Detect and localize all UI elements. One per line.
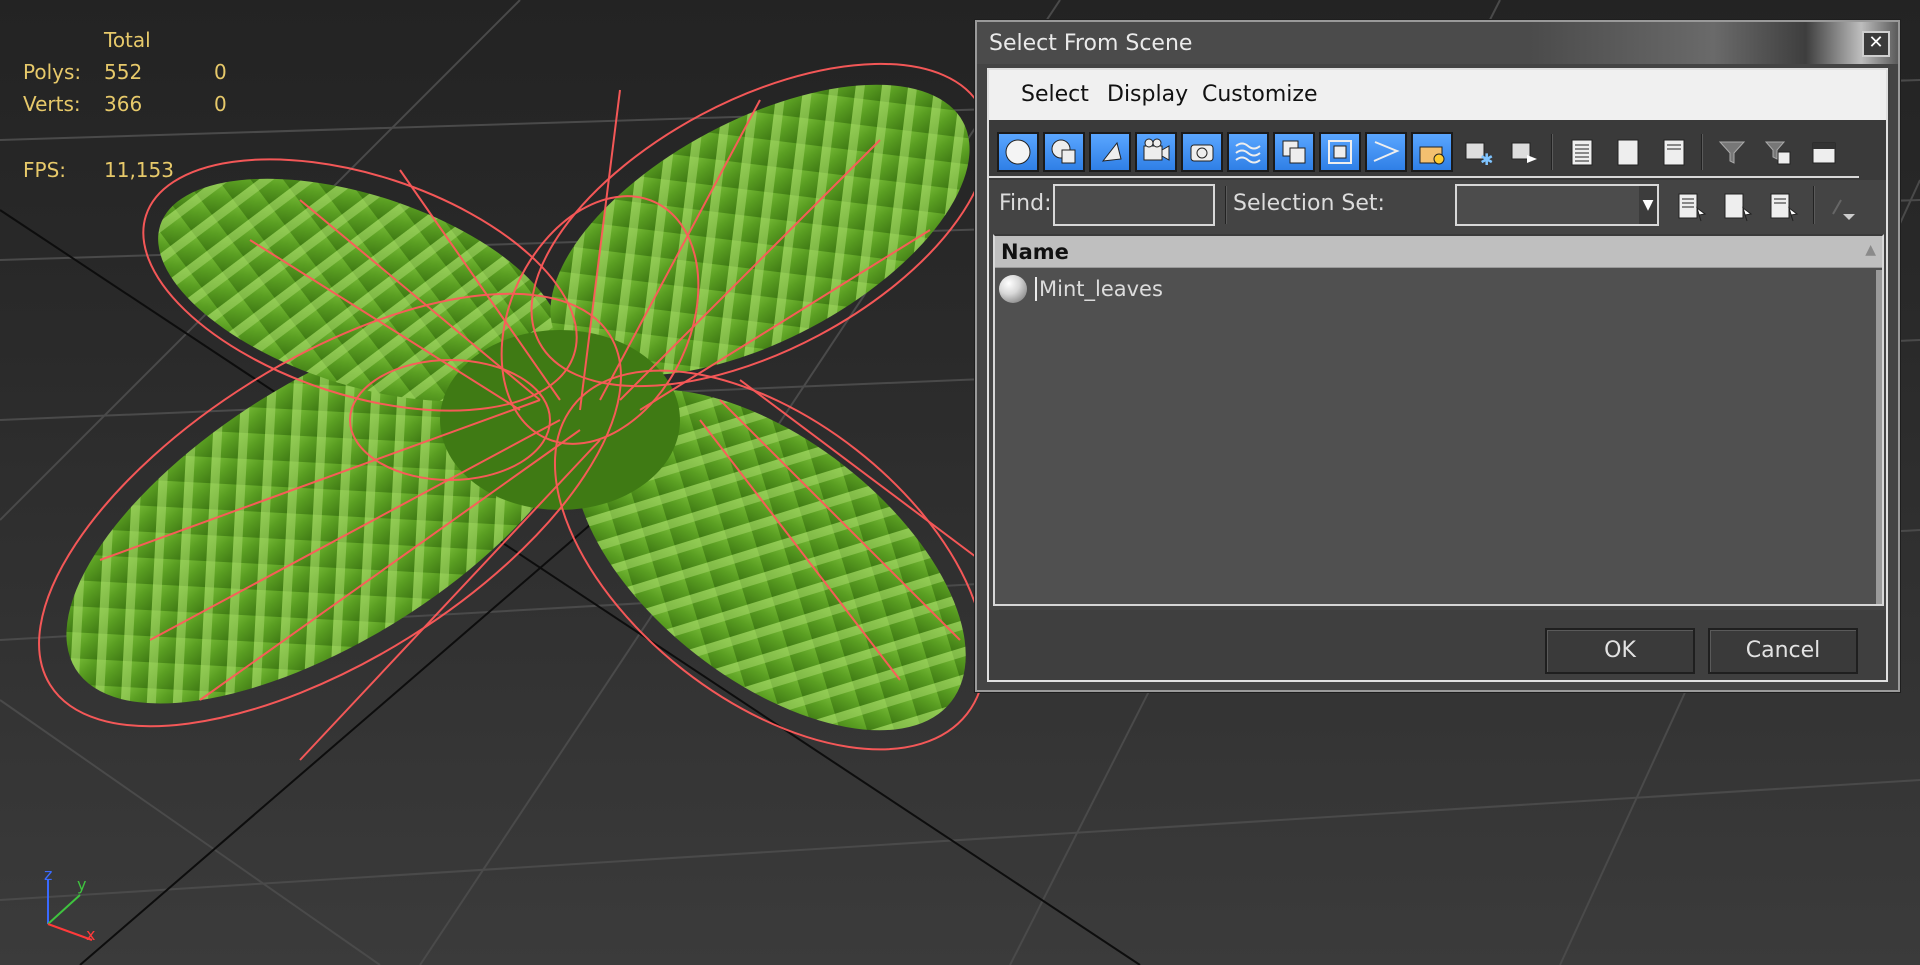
select-selection-set-icon (1724, 193, 1753, 222)
display-cameras-icon (1143, 138, 1170, 161)
display-bones-icon (1373, 141, 1400, 162)
display-helpers-icon (1190, 144, 1214, 162)
find-bar: Find: Selection Set: ▼ (989, 180, 1886, 230)
display-spacewarps-icon (1235, 142, 1261, 164)
polys-total: 552 (104, 60, 143, 84)
remove-selection-set-icon (1770, 193, 1799, 222)
list-header: Name ▲ (995, 236, 1882, 268)
menu-display[interactable]: Display (1107, 82, 1188, 107)
scene-object-list[interactable]: Name ▲ Mint_leaves (993, 234, 1884, 606)
axis-y-label: y (77, 875, 86, 894)
display-groups-icon (1282, 140, 1306, 164)
display-xrefs-icon (1328, 140, 1352, 164)
display-all-button[interactable] (1561, 132, 1603, 172)
select-selection-set-button[interactable] (1719, 188, 1755, 224)
find-label: Find: (999, 191, 1052, 216)
list-item[interactable]: Mint_leaves (995, 270, 1882, 308)
find-input[interactable] (1053, 184, 1215, 226)
dialog-titlebar[interactable]: Select From Scene ✕ (977, 22, 1898, 64)
display-containers-button[interactable] (1411, 132, 1453, 172)
axis-x-label: x (86, 925, 95, 944)
display-lights-icon (1101, 141, 1122, 162)
fps-value: 11,153 (104, 158, 174, 182)
display-containers-icon (1419, 146, 1445, 165)
fps-label: FPS: (23, 158, 66, 182)
verts-label: Verts: (23, 92, 81, 116)
filter-options-icon (1764, 141, 1791, 165)
list-scrollbar[interactable] (1876, 270, 1882, 604)
geometry-sphere-icon (999, 275, 1027, 303)
dialog-footer: OK Cancel (989, 610, 1886, 680)
chevron-down-icon: ▼ (1642, 197, 1654, 213)
menu-customize[interactable]: Customize (1202, 82, 1317, 107)
display-geometry-button[interactable] (997, 132, 1039, 172)
options-menu-icon (1832, 199, 1855, 220)
list-body: Mint_leaves (995, 270, 1882, 604)
selection-set-input[interactable] (1455, 184, 1641, 226)
create-selection-set-button[interactable] (1673, 188, 1709, 224)
filter-icon (1718, 141, 1746, 164)
remove-selection-set-button[interactable] (1765, 188, 1801, 224)
display-hidden-button[interactable] (1503, 132, 1545, 172)
display-frozen-button[interactable]: ✱ (1457, 132, 1499, 172)
axis-z-label: z (44, 865, 52, 884)
display-none-icon (1617, 139, 1639, 166)
selection-set-dropdown[interactable]: ▼ (1639, 184, 1659, 226)
filter-button[interactable] (1711, 132, 1753, 172)
list-item-name: Mint_leaves (1035, 277, 1163, 301)
display-cameras-button[interactable] (1135, 132, 1177, 172)
dialog-title: Select From Scene (989, 31, 1193, 56)
invert-display-button[interactable] (1653, 132, 1695, 172)
display-xrefs-button[interactable] (1319, 132, 1361, 172)
invert-display-icon (1663, 139, 1685, 166)
display-geometry-icon (1005, 139, 1031, 165)
display-frozen-icon: ✱ (1465, 142, 1493, 167)
options-menu-button[interactable] (1825, 188, 1861, 224)
display-hidden-icon (1511, 142, 1537, 163)
create-selection-set-icon (1678, 193, 1707, 222)
close-icon: ✕ (1868, 32, 1884, 53)
sync-selection-button[interactable] (1803, 132, 1845, 172)
ok-button[interactable]: OK (1545, 628, 1695, 674)
display-groups-button[interactable] (1273, 132, 1315, 172)
stats-header: Total (104, 28, 151, 52)
verts-selected: 0 (214, 92, 227, 116)
menu-bar: Select Display Customize (989, 70, 1886, 120)
display-all-icon (1571, 139, 1593, 166)
polys-selected: 0 (214, 60, 227, 84)
display-shapes-icon (1051, 139, 1076, 164)
filter-options-button[interactable] (1757, 132, 1799, 172)
menu-select[interactable]: Select (1021, 82, 1089, 107)
display-shapes-button[interactable] (1043, 132, 1085, 172)
dialog-body: Select Display Customize ✱ Find: Selecti… (987, 68, 1888, 682)
display-bones-button[interactable] (1365, 132, 1407, 172)
display-lights-button[interactable] (1089, 132, 1131, 172)
close-button[interactable]: ✕ (1862, 31, 1890, 57)
sort-ascending-icon[interactable]: ▲ (1865, 242, 1876, 258)
display-spacewarps-button[interactable] (1227, 132, 1269, 172)
svg-text:✱: ✱ (1480, 150, 1493, 167)
sync-selection-icon (1812, 142, 1836, 164)
display-none-button[interactable] (1607, 132, 1649, 172)
verts-total: 366 (104, 92, 143, 116)
polys-label: Polys: (23, 60, 82, 84)
display-helpers-button[interactable] (1181, 132, 1223, 172)
selection-set-label: Selection Set: (1233, 191, 1385, 216)
column-header-name[interactable]: Name (1001, 240, 1069, 264)
cancel-button[interactable]: Cancel (1708, 628, 1858, 674)
select-from-scene-dialog: Select From Scene ✕ Select Display Custo… (975, 20, 1900, 692)
display-toolbar: ✱ (989, 120, 1886, 180)
